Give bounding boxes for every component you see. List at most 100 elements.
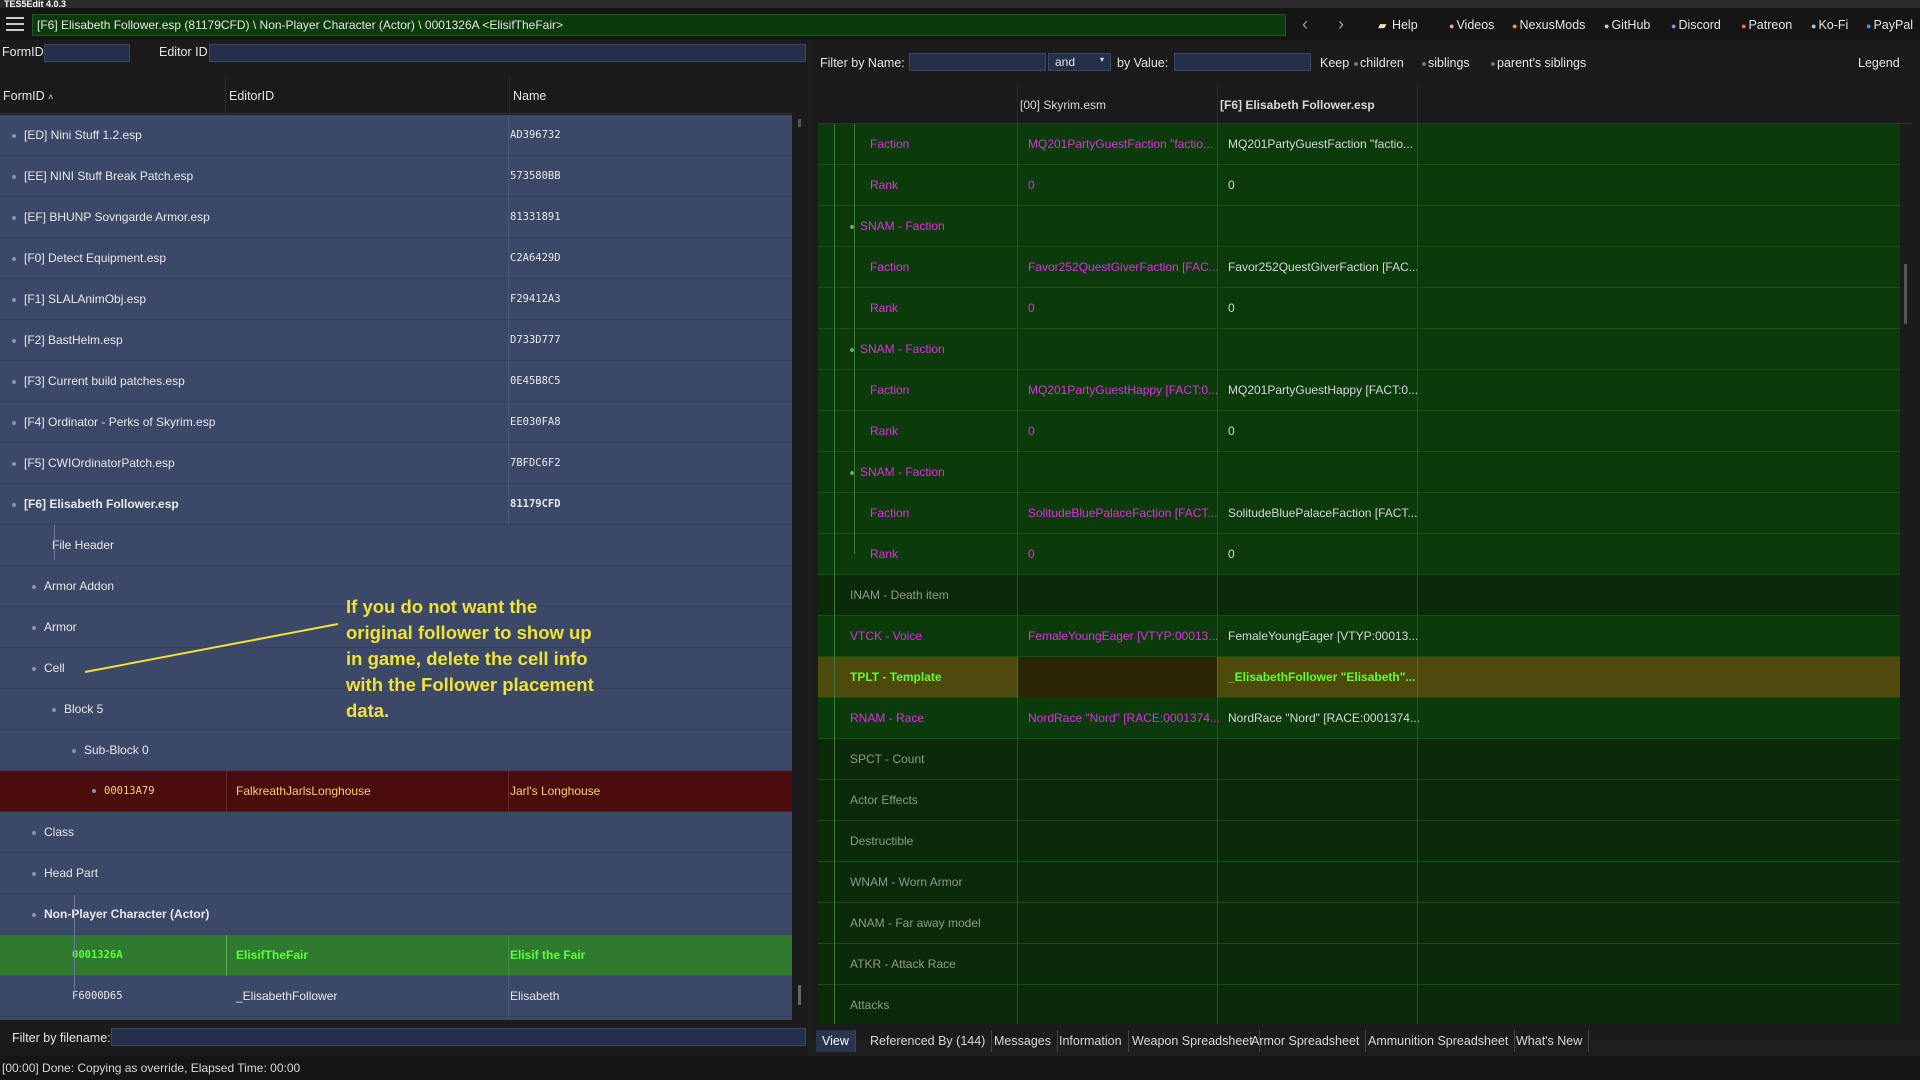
formid-input[interactable] — [44, 44, 130, 62]
tree-scrollbar[interactable] — [792, 115, 808, 1020]
field-row[interactable]: VTCK - Voice FemaleYoungEager [VTYP:00013… — [818, 616, 1900, 657]
column-formid[interactable]: FormID ˄ — [0, 78, 226, 114]
tree-row-selected-cell[interactable]: 00013A79 FalkreathJarlsLonghouse Jarl's Lo… — [0, 771, 792, 812]
field-row[interactable]: Rank 0 0 — [818, 411, 1900, 452]
field-row[interactable]: SNAM - Faction — [818, 452, 1900, 493]
editorid-input[interactable] — [209, 44, 806, 62]
field-row[interactable]: WNAM - Worn Armor — [818, 862, 1900, 903]
paypal-link[interactable]: ● PayPal — [1866, 14, 1913, 36]
column-name[interactable]: Name — [510, 78, 792, 114]
expand-icon[interactable] — [12, 256, 16, 261]
kofi-link[interactable]: ● Ko-Fi — [1811, 14, 1848, 36]
tree-row[interactable]: Class — [0, 812, 792, 853]
filter-by-value-input[interactable] — [1174, 53, 1311, 71]
expand-icon[interactable] — [12, 420, 16, 425]
tree-row[interactable]: [EF] BHUNP Sovngarde Armor.esp 81331891 — [0, 197, 792, 238]
field-row[interactable]: Rank 0 0 — [818, 165, 1900, 206]
tab-view[interactable]: View — [816, 1030, 856, 1052]
checkbox-icon[interactable] — [1422, 61, 1426, 66]
forward-arrow-icon[interactable]: › — [1329, 14, 1353, 36]
tab-messages[interactable]: Messages — [988, 1030, 1058, 1052]
column-plugin[interactable]: [F6] Elisabeth Follower.esp — [1218, 86, 1418, 124]
field-row[interactable]: Faction MQ201PartyGuestFaction "factio...… — [818, 124, 1900, 165]
tree-row[interactable]: Sub-Block 0 — [0, 730, 792, 771]
expand-icon[interactable] — [12, 133, 16, 138]
field-row[interactable]: ANAM - Far away model — [818, 903, 1900, 944]
field-row[interactable]: RNAM - Race NordRace "Nord" [RACE:0001374… — [818, 698, 1900, 739]
record-path[interactable]: [F6] Elisabeth Follower.esp (81179CFD) \… — [32, 14, 1286, 36]
collapse-icon[interactable] — [32, 912, 36, 917]
collapse-icon[interactable] — [32, 666, 36, 671]
github-link[interactable]: ● GitHub — [1604, 14, 1650, 36]
tab-whats-new[interactable]: What's New — [1510, 1030, 1590, 1052]
field-row[interactable]: Faction SolitudeBluePalaceFaction [FACT..… — [818, 493, 1900, 534]
legend-button[interactable]: Legend — [1858, 56, 1900, 70]
expand-icon[interactable] — [12, 338, 16, 343]
checkbox-icon[interactable] — [1491, 61, 1495, 66]
collapse-icon[interactable] — [12, 502, 16, 507]
help-link[interactable]: ▰ Help — [1378, 14, 1418, 36]
column-label[interactable] — [818, 86, 1018, 124]
expand-icon[interactable] — [92, 789, 96, 793]
field-row[interactable]: Rank 0 0 — [818, 288, 1900, 329]
tree-row[interactable]: Head Part — [0, 853, 792, 894]
expand-icon[interactable] — [32, 584, 36, 589]
keep-siblings-checkbox[interactable]: siblings — [1422, 56, 1470, 70]
expand-icon[interactable] — [32, 625, 36, 630]
expand-icon[interactable] — [12, 379, 16, 384]
tab-referenced-by[interactable]: Referenced By (144) — [864, 1030, 993, 1052]
expand-icon[interactable] — [32, 830, 36, 835]
tab-ammunition-spreadsheet[interactable]: Ammunition Spreadsheet — [1362, 1030, 1516, 1052]
expand-icon[interactable] — [32, 871, 36, 876]
field-row[interactable]: SNAM - Faction — [818, 206, 1900, 247]
tab-information[interactable]: Information — [1053, 1030, 1129, 1052]
collapse-icon[interactable] — [72, 748, 76, 753]
field-row[interactable]: SPCT - Count — [818, 739, 1900, 780]
back-arrow-icon[interactable]: ‹ — [1293, 14, 1317, 36]
discord-link[interactable]: ● Discord — [1671, 14, 1721, 36]
column-master[interactable]: [00] Skyrim.esm — [1018, 86, 1218, 124]
field-row-template[interactable]: TPLT - Template _ElisabethFollower "Elisa… — [818, 657, 1900, 698]
tree-row[interactable]: F6000D65 _ElisabethFollower Elisabeth — [0, 976, 792, 1017]
tree-row[interactable]: [EE] NINI Stuff Break Patch.esp 573580BB — [0, 156, 792, 197]
expand-icon[interactable] — [12, 297, 16, 302]
nexusmods-link[interactable]: ● NexusMods — [1512, 14, 1585, 36]
expand-icon[interactable] — [12, 461, 16, 466]
tree-row[interactable]: [F6] Elisabeth Follower.esp 81179CFD — [0, 484, 792, 525]
field-row[interactable]: INAM - Death item — [818, 575, 1900, 616]
tree-row[interactable]: [F3] Current build patches.esp 0E45B8C5 — [0, 361, 792, 402]
tree-row[interactable]: [F2] BastHelm.esp D733D777 — [0, 320, 792, 361]
field-row[interactable]: Rank 0 0 — [818, 534, 1900, 575]
field-row[interactable]: SNAM - Faction — [818, 329, 1900, 370]
tree-row[interactable]: [F0] Detect Equipment.esp C2A6429D — [0, 238, 792, 279]
checkbox-icon[interactable] — [1354, 61, 1358, 66]
field-row[interactable]: ATKR - Attack Race — [818, 944, 1900, 985]
tree-row[interactable]: [F5] CWIOrdinatorPatch.esp 7BFDC6F2 — [0, 443, 792, 484]
tree-row-selected-npc[interactable]: 0001326A ElisifTheFair Elisif the Fair — [0, 935, 792, 976]
field-row[interactable]: Faction Favor252QuestGiverFaction [FAC...… — [818, 247, 1900, 288]
view-scrollbar[interactable] — [1900, 124, 1912, 1024]
tab-armor-spreadsheet[interactable]: Armor Spreadsheet — [1245, 1030, 1367, 1052]
tree-row[interactable]: [F4] Ordinator - Perks of Skyrim.esp EE03… — [0, 402, 792, 443]
and-or-select[interactable]: and ▾ — [1048, 53, 1111, 71]
videos-link[interactable]: ● Videos — [1449, 14, 1494, 36]
tab-weapon-spreadsheet[interactable]: Weapon Spreadsheet — [1126, 1030, 1260, 1052]
field-row[interactable]: Actor Effects — [818, 780, 1900, 821]
tree-row[interactable]: Non-Player Character (Actor) — [0, 894, 792, 935]
filter-by-name-input[interactable] — [909, 53, 1046, 71]
keep-parents-siblings-checkbox[interactable]: parent's siblings — [1491, 56, 1586, 70]
filter-filename-input[interactable] — [111, 1028, 806, 1046]
field-row[interactable]: Destructible — [818, 821, 1900, 862]
expand-icon[interactable] — [12, 215, 16, 220]
expand-icon[interactable] — [12, 174, 16, 179]
keep-children-checkbox[interactable]: children — [1354, 56, 1404, 70]
column-editorid[interactable]: EditorID — [226, 78, 510, 114]
patreon-link[interactable]: ● Patreon — [1741, 14, 1792, 36]
menu-icon[interactable] — [6, 17, 24, 31]
tree-row[interactable]: File Header — [0, 525, 792, 566]
field-row[interactable]: Attacks — [818, 985, 1900, 1024]
tree-row[interactable]: [F1] SLALAnimObj.esp F29412A3 — [0, 279, 792, 320]
collapse-icon[interactable] — [52, 707, 56, 712]
field-row[interactable]: Faction MQ201PartyGuestHappy [FACT:0... MQ… — [818, 370, 1900, 411]
tree-row[interactable]: [ED] Nini Stuff 1.2.esp AD396732 — [0, 115, 792, 156]
